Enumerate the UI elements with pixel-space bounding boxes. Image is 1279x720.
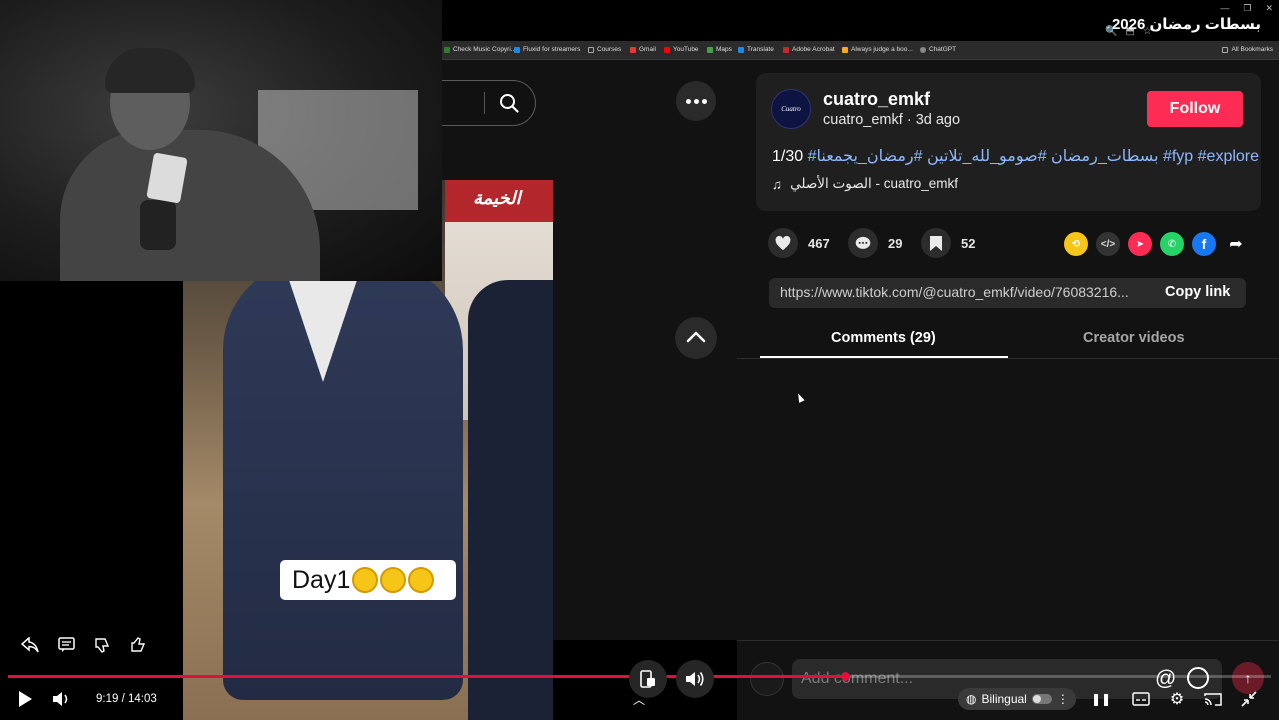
star-struck-emoji-icon [408,567,435,593]
share-icon[interactable] [20,635,40,655]
creator-username[interactable]: cuatro_emkf [823,89,930,110]
user-avatar [750,662,784,696]
arrow-up-icon: ↑ [1244,670,1252,686]
bookmark-item[interactable]: Always judge a boo... [842,46,913,53]
search-icon[interactable] [499,93,519,113]
like-icon[interactable] [128,635,148,655]
hashtag-links[interactable]: #بسطات_رمضان #صومو_لله_تلاتين #رمضان_يجم… [808,148,1259,165]
webcam-overlay [0,0,442,281]
volume-icon[interactable] [52,690,72,708]
pip-icon [640,670,655,688]
active-tab-indicator [760,356,1008,358]
comment-icon [848,228,878,258]
copy-link-button[interactable]: Copy link [1165,284,1230,300]
description-prefix: 1/30 [772,148,804,165]
bookmark-icon [921,228,951,258]
bookmark-item[interactable]: ChatGPT [920,46,956,53]
creator-avatar[interactable]: Cuatro [771,89,811,129]
comment-action[interactable]: 29 [848,228,902,258]
bookmark-item[interactable]: Check Music Copyri... [444,46,516,53]
dot-icon [693,98,699,104]
mic-arm [140,200,176,250]
subtitles-icon[interactable] [1132,690,1150,708]
playback-time: 9:19 / 14:03 [96,693,157,705]
bookmark-item[interactable]: Maps [707,46,732,53]
window-controls: — ❐ ✕ [1220,3,1273,14]
globe-icon: ◍ [966,692,977,706]
post-age: 3d ago [915,112,961,128]
picture-in-picture-button[interactable] [629,660,667,698]
follow-button[interactable]: Follow [1147,91,1243,127]
play-icon[interactable] [16,690,34,708]
music-note-icon: ♫ [772,176,783,192]
tab-comments[interactable]: Comments (29) [831,330,936,346]
toggle-switch[interactable] [1031,694,1052,704]
progress-played [8,675,845,678]
video-reactions [20,635,148,655]
comment-count: 29 [888,235,903,251]
like-count: 467 [808,235,830,251]
facebook-icon[interactable]: f [1192,232,1216,256]
dislike-icon[interactable] [92,635,112,655]
tiktok-volume-button[interactable] [676,660,714,698]
exit-fullscreen-icon[interactable] [1240,690,1258,708]
whatsapp-icon[interactable]: ✆ [1160,232,1184,256]
caption-text: Day1 [292,565,351,594]
heart-icon [768,228,798,258]
stall-sign: الخيمة [473,188,521,208]
bookmark-item[interactable]: Adobe Acrobat [783,46,835,53]
bookmark-item[interactable]: Gmail [630,46,656,53]
pause-icon[interactable]: ❚❚ [1091,690,1111,708]
bookmark-item[interactable]: Translate [738,46,774,53]
comments-list[interactable] [737,359,1279,639]
tab-creator-videos[interactable]: Creator videos [1083,330,1185,346]
kebab-icon[interactable]: ⋮ [1057,692,1069,706]
star-struck-emoji-icon [352,567,379,593]
dot-icon [685,98,691,104]
bookmark-item[interactable]: Fluxid for streamers [514,46,580,53]
chat-icon[interactable] [56,635,76,655]
person-in-video [223,260,463,700]
restore-icon[interactable]: ❐ [1243,3,1251,14]
dot-icon [701,98,707,104]
save-action[interactable]: 52 [921,228,975,258]
emoji-icon[interactable] [1187,667,1209,689]
music-line[interactable]: ♫ الصوت الأصلي - cuatro_emkf [772,176,958,192]
repost-icon[interactable]: ⟲ [1064,232,1088,256]
music-title: الصوت الأصلي - cuatro_emkf [790,176,959,191]
more-options-button[interactable] [676,81,716,121]
cast-icon[interactable] [1204,690,1222,708]
close-icon[interactable]: ✕ [1265,3,1273,14]
progress-scrubber[interactable] [841,672,850,681]
search-divider [484,92,485,114]
bookmark-item[interactable]: Courses [588,46,621,53]
creator-handle: cuatro_emkf [823,112,903,128]
bookmark-item[interactable]: YouTube [664,46,699,53]
star-struck-emoji-icon [380,567,407,593]
save-count: 52 [961,235,976,251]
background-person [468,280,553,720]
previous-video-button[interactable] [675,317,717,359]
avatar-text: Cuatro [781,105,801,113]
bilingual-label: Bilingual [981,692,1027,706]
creator-subline: cuatro_emkf · 3d ago [823,112,961,128]
streamer-hair [105,48,195,93]
bilingual-toggle[interactable]: ◍ Bilingual ⋮ [958,688,1076,710]
mention-icon[interactable]: @ [1155,667,1176,691]
like-action[interactable]: 467 [768,228,830,258]
comment-bar-divider [737,640,1279,641]
send-icon[interactable]: ➤ [1128,232,1152,256]
share-arrow-icon[interactable]: ➦ [1224,232,1248,256]
video-caption: Day1 [280,560,456,600]
all-bookmarks[interactable]: All Bookmarks [1222,46,1273,53]
settings-gear-icon[interactable]: ⚙ [1168,690,1186,708]
video-title: بسطات رمضان 2026 [1111,16,1261,33]
minimize-icon[interactable]: — [1220,3,1229,14]
speaker-icon [686,672,704,686]
post-description: 1/30 #بسطات_رمضان #صومو_لله_تلاتين #رمضا… [772,146,1259,166]
bookmarks-bar: Check Music Copyri... Fluxid for streame… [442,41,1279,60]
post-link-url[interactable]: https://www.tiktok.com/@cuatro_emkf/vide… [780,284,1129,300]
chevron-up-icon [686,331,706,343]
embed-icon[interactable]: </> [1096,232,1120,256]
